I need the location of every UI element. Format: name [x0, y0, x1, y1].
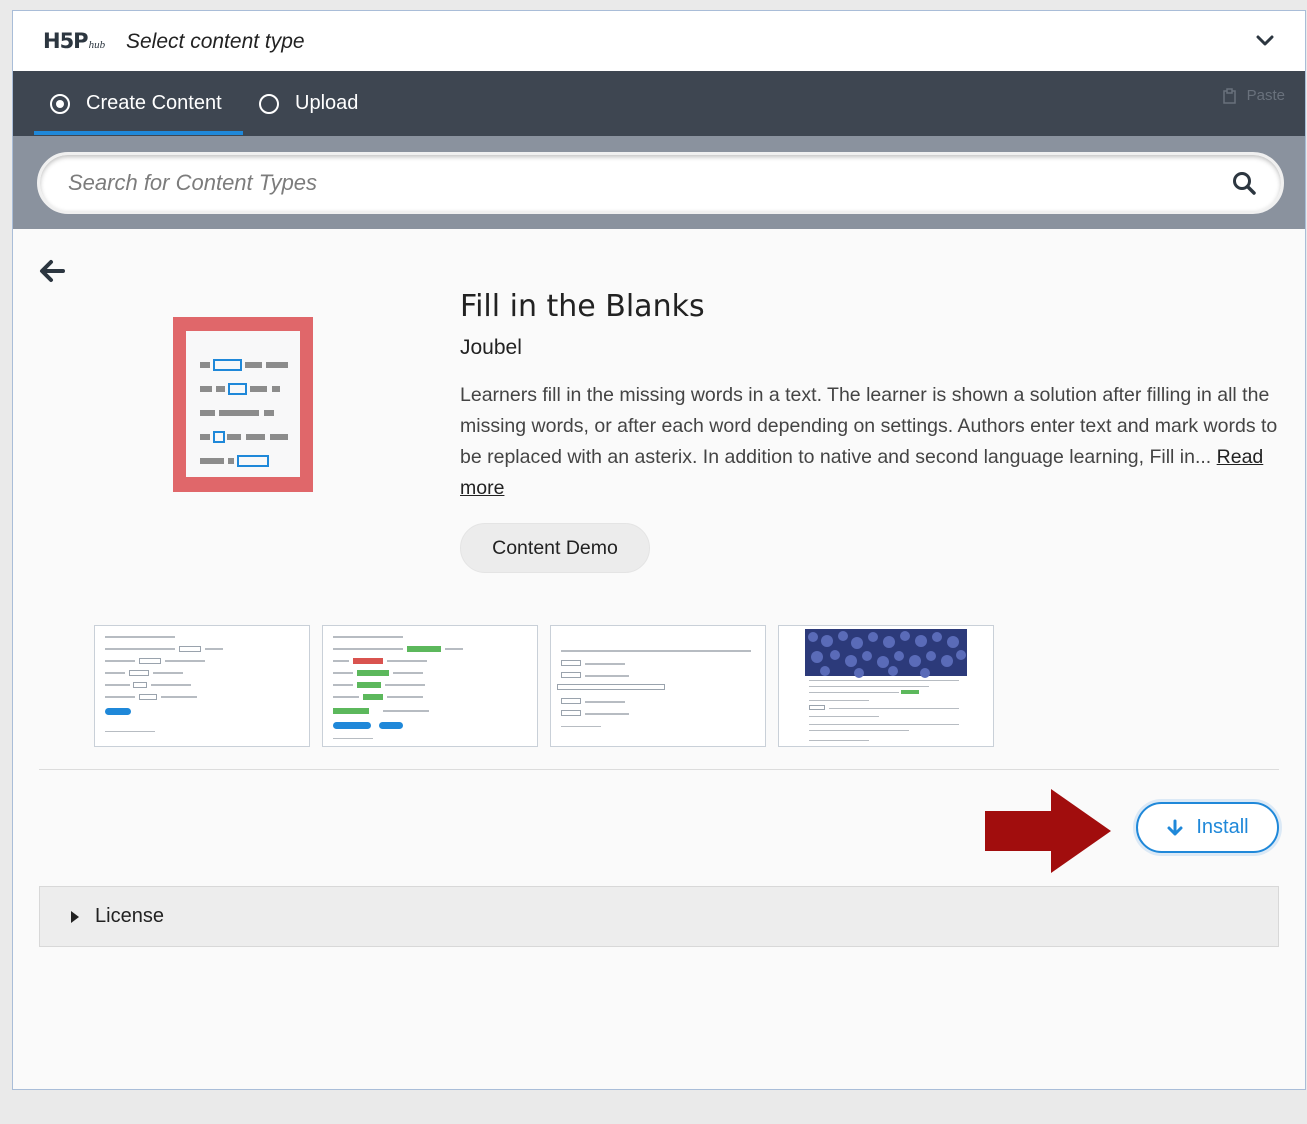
install-button[interactable]: Install: [1136, 802, 1279, 853]
paste-button[interactable]: Paste: [1222, 87, 1285, 104]
back-arrow-icon[interactable]: [37, 256, 67, 286]
download-icon: [1167, 819, 1183, 835]
screenshot-thumbnail[interactable]: [94, 625, 310, 747]
paste-icon: [1222, 87, 1236, 104]
caret-right-icon: [71, 910, 79, 923]
content-type-title: Fill in the Blanks: [460, 289, 705, 324]
logo-main: H5P: [43, 29, 89, 53]
screenshot-thumbnail[interactable]: [322, 625, 538, 747]
h5p-hub-logo: H5P hub: [43, 29, 105, 53]
tab-label: Upload: [295, 92, 359, 114]
tab-label: Create Content: [86, 92, 222, 114]
install-label: Install: [1196, 816, 1249, 838]
screenshot-thumbnail[interactable]: [778, 625, 994, 747]
hub-window: H5P hub Select content type Create Conte…: [12, 10, 1306, 1090]
description-text: Learners fill in the missing words in a …: [460, 384, 1278, 468]
logo-sub: hub: [88, 39, 106, 51]
search-icon[interactable]: [1231, 170, 1257, 196]
tab-create-content[interactable]: Create Content: [50, 71, 222, 136]
paste-label: Paste: [1246, 87, 1285, 104]
active-tab-indicator: [34, 131, 243, 135]
tab-upload[interactable]: Upload: [259, 71, 358, 136]
content-type-description: Learners fill in the missing words in a …: [460, 380, 1280, 504]
header-title: Select content type: [126, 30, 305, 53]
content-type-owner: Joubel: [460, 336, 522, 359]
license-label: License: [95, 905, 164, 927]
section-divider: [39, 769, 1279, 770]
content-type-icon: [173, 317, 313, 492]
tab-bar: Create Content Upload Paste: [13, 71, 1305, 136]
chevron-down-icon[interactable]: [1255, 31, 1275, 51]
content-demo-button[interactable]: Content Demo: [460, 523, 650, 573]
search-band: [13, 136, 1305, 229]
search-box[interactable]: [37, 152, 1284, 214]
annotation-arrow-icon: [985, 789, 1111, 873]
fill-in-blanks-icon: [186, 331, 300, 477]
screenshot-thumbnail[interactable]: [550, 625, 766, 747]
radio-checked-icon: [50, 93, 70, 114]
license-accordion[interactable]: License: [39, 886, 1279, 947]
radio-unchecked-icon: [259, 93, 279, 114]
search-input[interactable]: [68, 167, 1208, 199]
hub-header[interactable]: H5P hub Select content type: [13, 11, 1305, 71]
